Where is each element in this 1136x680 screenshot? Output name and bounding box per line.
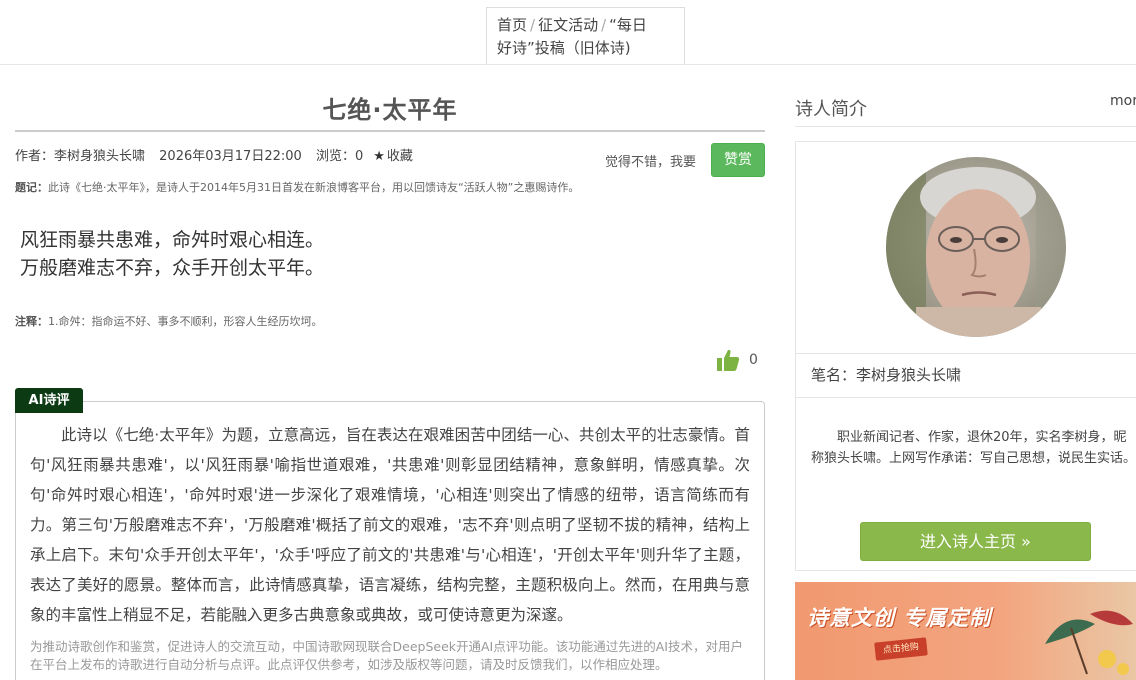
annotation-label: 注释： [15,315,48,328]
ai-review-disclaimer: 为推动诗歌创作和鉴赏，促进诗人的交流互动，中国诗歌网现联合DeepSeek开通A… [30,639,743,672]
author-link[interactable]: 作者：李树身狼头长啸 [15,149,145,164]
breadcrumb-home-link[interactable]: 首页 [497,16,527,34]
top-bar: 首页 / 征文活动 / “每日 好诗”投稿（旧体诗) [0,0,1136,65]
card-divider [796,397,1136,398]
sidebar-divider [795,126,1136,127]
like-count: 0 [749,352,758,368]
poem-annotation: 注释：1.命舛：指命运不好、事多不顺利，形容人生经历坎坷。 [15,313,323,329]
thumbs-up-icon[interactable] [716,348,740,372]
poet-home-button[interactable]: 进入诗人主页 » [860,522,1091,561]
reward-button[interactable]: 赞赏 [711,143,765,177]
poem-meta: 作者：李树身狼头长啸 2026年03月17日22:00 浏览：0 ★ 收藏 [15,145,423,164]
annotation-text: 1.命舛：指命运不好、事多不顺利，形容人生经历坎坷。 [48,315,323,328]
breadcrumb-current-line1[interactable]: “每日 [609,16,647,34]
verse-line: 风狂雨暴共患难，命舛时艰心相连。 [20,229,325,251]
umbrella-illustration-icon [1045,610,1133,675]
title-divider [15,130,765,132]
verse-line: 万般磨难志不弃，众手开创太平年。 [20,257,325,279]
ai-review-tag: AI诗评 [15,388,83,413]
banner-subtitle: 点击抢购 [874,637,928,661]
promo-banner[interactable]: 诗意文创 专属定制 点击抢购 [795,582,1136,680]
poem-body: 风狂雨暴共患难，命舛时艰心相连。 万般磨难志不弃，众手开创太平年。 [20,226,324,282]
card-divider [796,353,1136,354]
reward-prompt: 觉得不错，我要 [605,155,697,170]
poet-bio: 职业新闻记者、作家，退休20年，实名李树身，昵称狼头长啸。上网写作承诺：写自己思… [811,430,1136,466]
inscription-label: 题记： [15,181,48,194]
breadcrumb: 首页 / 征文活动 / “每日 好诗”投稿（旧体诗) [486,7,685,64]
breadcrumb-current-line2[interactable]: 好诗”投稿（旧体诗) [497,39,631,57]
breadcrumb-separator: / [601,16,607,34]
breadcrumb-activity-link[interactable]: 征文活动 [538,16,598,34]
more-link[interactable]: more [1110,93,1136,109]
publish-date: 2026年03月17日22:00 [159,149,302,164]
star-icon[interactable]: ★ [373,149,385,164]
avatar[interactable] [886,157,1066,337]
poem-inscription: 题记：此诗《七绝·太平年》，是诗人于2014年5月31日首发在新浪博客平台，用以… [15,179,765,195]
favorite-button[interactable]: 收藏 [387,149,413,164]
sidebar-heading: 诗人简介 [795,99,867,120]
pen-name: 笔名：李树身狼头长啸 [811,366,962,384]
ai-review-text: 此诗以《七绝·太平年》为题，立意高远，旨在表达在艰难困苦中团结一心、共创太平的壮… [30,426,750,624]
poem-title: 七绝·太平年 [322,96,458,124]
view-count: 浏览：0 [315,149,364,164]
ai-review-box: 此诗以《七绝·太平年》为题，立意高远，旨在表达在艰难困苦中团结一心、共创太平的壮… [15,401,765,680]
poet-card: 笔名：李树身狼头长啸 职业新闻记者、作家，退休20年，实名李树身，昵称狼头长啸。… [795,141,1136,571]
poet-portrait-image [886,157,1066,337]
breadcrumb-separator: / [530,16,536,34]
inscription-text: 此诗《七绝·太平年》，是诗人于2014年5月31日首发在新浪博客平台，用以回馈诗… [48,181,580,194]
banner-title: 诗意文创 专属定制 [807,606,992,630]
